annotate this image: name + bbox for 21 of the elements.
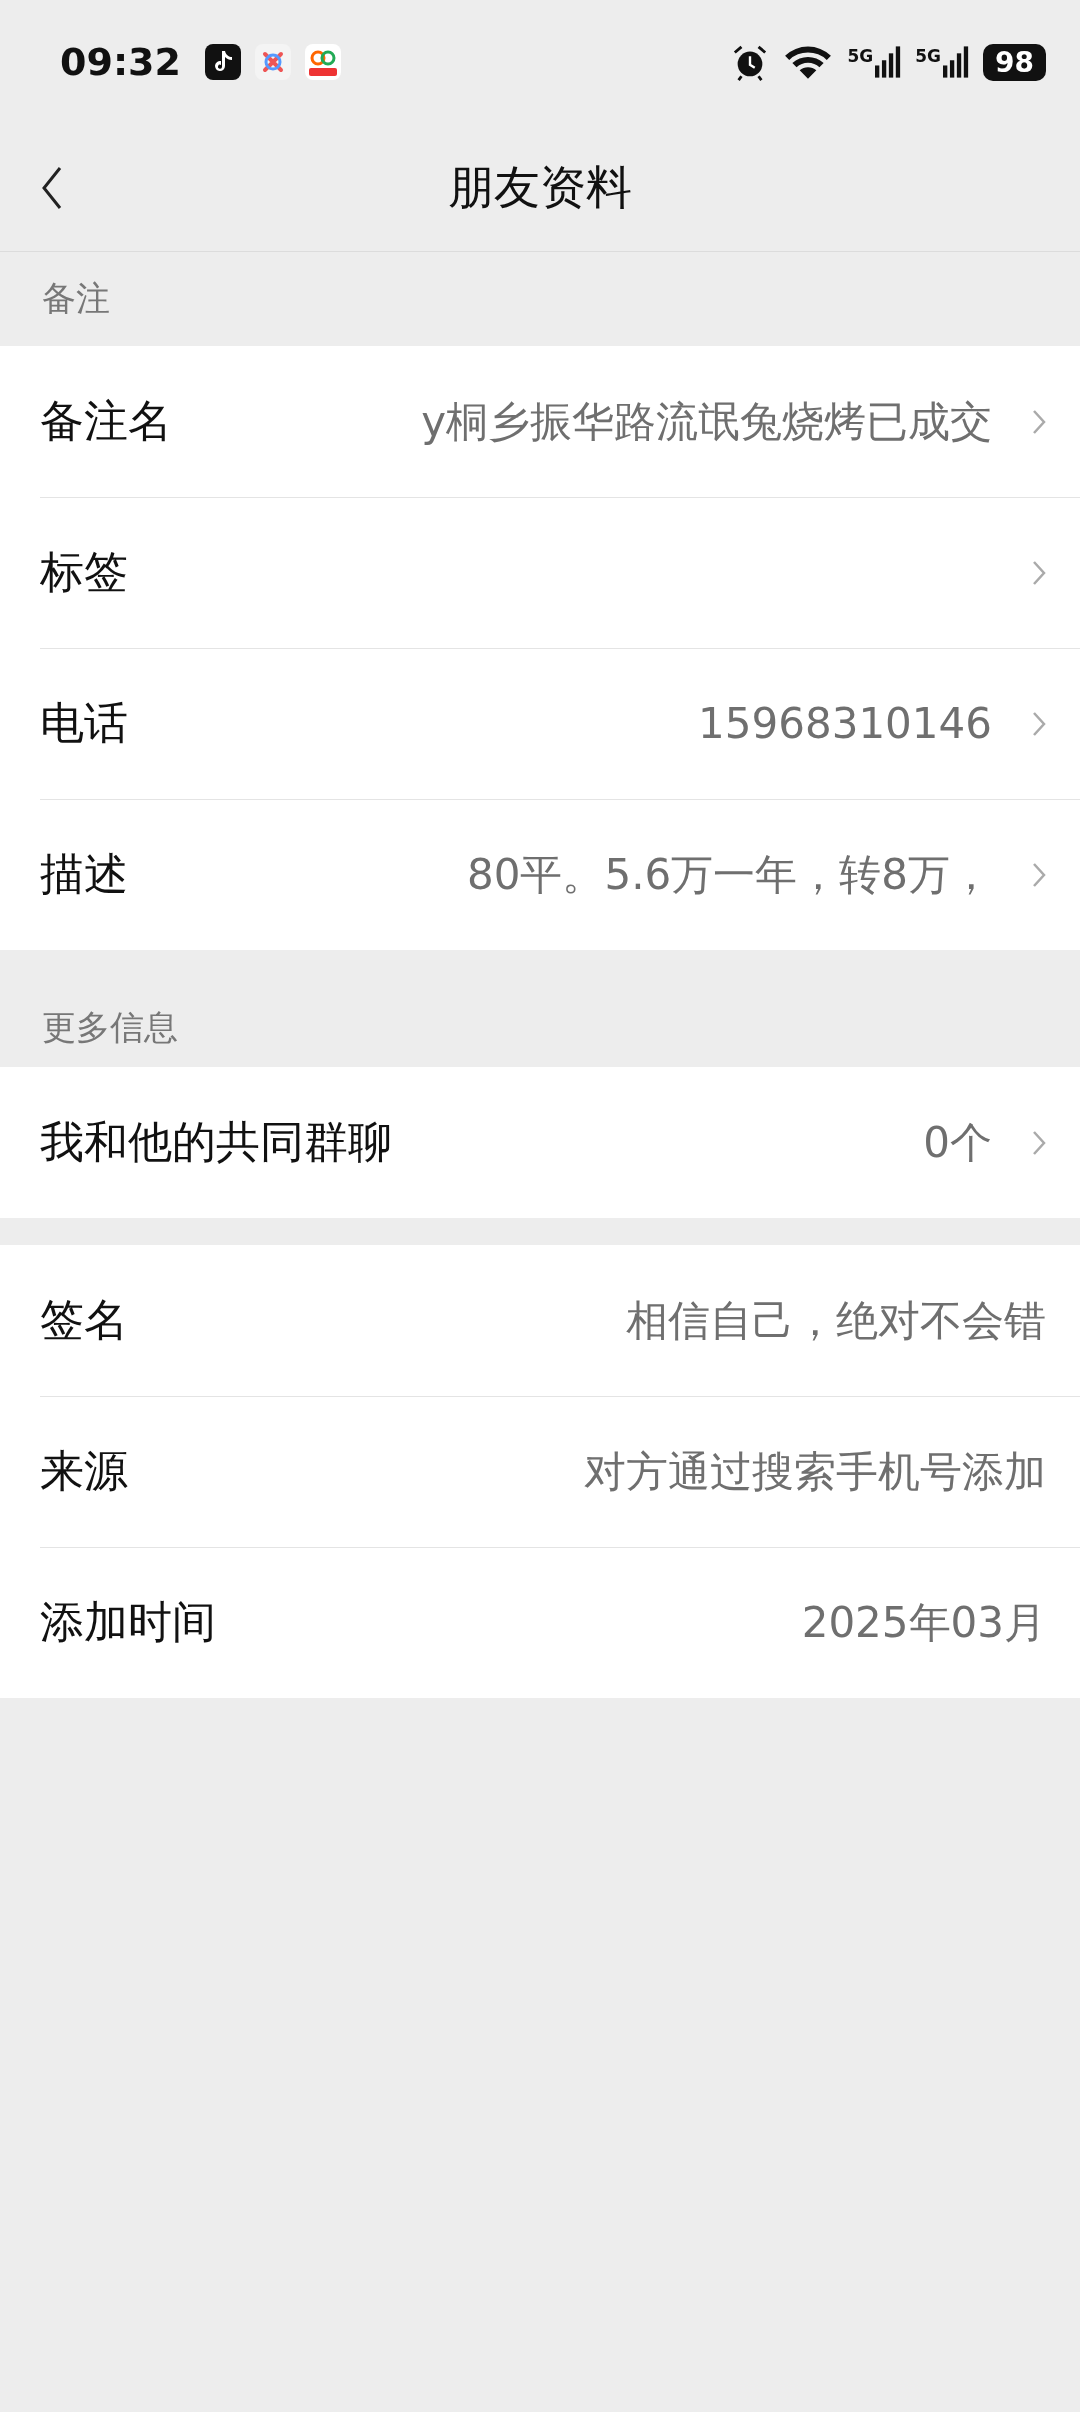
colorful-app-icon [254, 44, 291, 80]
network-type-label: 5G [915, 46, 942, 66]
battery-level: 98 [983, 43, 1046, 81]
info-row[interactable]: 备注名 y桐乡振华路流氓兔烧烤已成交 [0, 346, 1080, 497]
section-header: 更多信息 [42, 1006, 178, 1049]
info-row[interactable]: 描述 80平。5.6万一年，转8万， [0, 799, 1080, 950]
info-row[interactable]: 标签 [0, 497, 1080, 648]
info-row[interactable]: 签名 相信自己，绝对不会错 [0, 1245, 1080, 1396]
info-row[interactable]: 来源 对方通过搜索手机号添加 [0, 1396, 1080, 1547]
page-title: 朋友资料 [448, 158, 632, 216]
info-row[interactable]: 电话 15968310146 [0, 648, 1080, 799]
rings-app-icon [304, 44, 341, 80]
status-time: 09:32 [60, 40, 181, 84]
music-note-app-icon [204, 44, 241, 80]
signal-icon [943, 46, 970, 78]
back-icon[interactable] [40, 165, 64, 210]
info-row[interactable]: 添加时间 2025年03月 [0, 1547, 1080, 1698]
signal-icon [875, 46, 902, 78]
network-type-label: 5G [847, 46, 874, 66]
section-header: 备注 [42, 277, 110, 320]
info-row[interactable]: 我和他的共同群聊 0个 [0, 1067, 1080, 1218]
